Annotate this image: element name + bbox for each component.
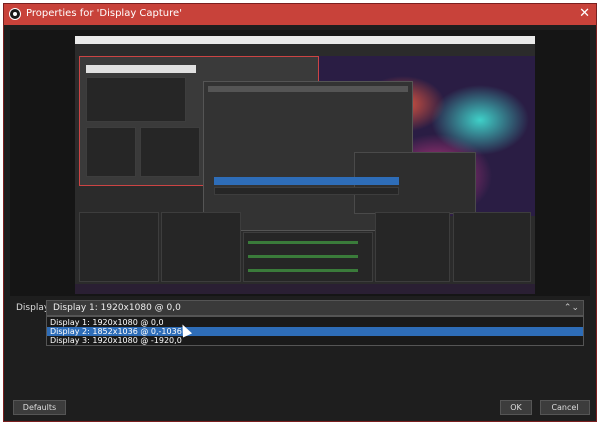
display-select[interactable]: Display 1: 1920x1080 @ 0,0 ⌃⌄ — [46, 300, 584, 316]
ok-button[interactable]: OK — [500, 400, 532, 415]
properties-dialog: Properties for 'Display Capture' ✕ Displ… — [3, 3, 597, 422]
display-dropdown-list: Display 1: 1920x1080 @ 0,0 Display 2: 18… — [46, 316, 584, 346]
cancel-button[interactable]: Cancel — [540, 400, 590, 415]
preview-taskbar — [75, 284, 535, 294]
preview-menubar — [75, 36, 535, 44]
dropdown-option[interactable]: Display 3: 1920x1080 @ -1920,0 — [47, 336, 583, 345]
display-label: Display — [16, 303, 50, 313]
preview-scenes-panel — [79, 212, 159, 282]
dropdown-option[interactable]: Display 1: 1920x1080 @ 0,0 — [47, 318, 583, 327]
preview-screenshot — [75, 36, 535, 294]
nested-capture-2 — [203, 81, 476, 231]
preview-controls-panel — [453, 212, 531, 282]
display-select-value: Display 1: 1920x1080 @ 0,0 — [53, 303, 181, 313]
updown-arrows-icon: ⌃⌄ — [563, 303, 579, 313]
defaults-button[interactable]: Defaults — [13, 400, 66, 415]
preview-mixer-panel — [243, 232, 373, 282]
window-title: Properties for 'Display Capture' — [26, 8, 182, 19]
dropdown-option-highlighted[interactable]: Display 2: 1852x1036 @ 0,-1036 — [47, 327, 583, 336]
preview-sources-panel — [161, 212, 241, 282]
title-bar: Properties for 'Display Capture' ✕ — [4, 4, 596, 25]
obs-logo-icon — [9, 8, 21, 20]
preview-transitions-panel — [375, 212, 450, 282]
close-icon[interactable]: ✕ — [579, 6, 590, 21]
capture-preview — [10, 30, 590, 296]
